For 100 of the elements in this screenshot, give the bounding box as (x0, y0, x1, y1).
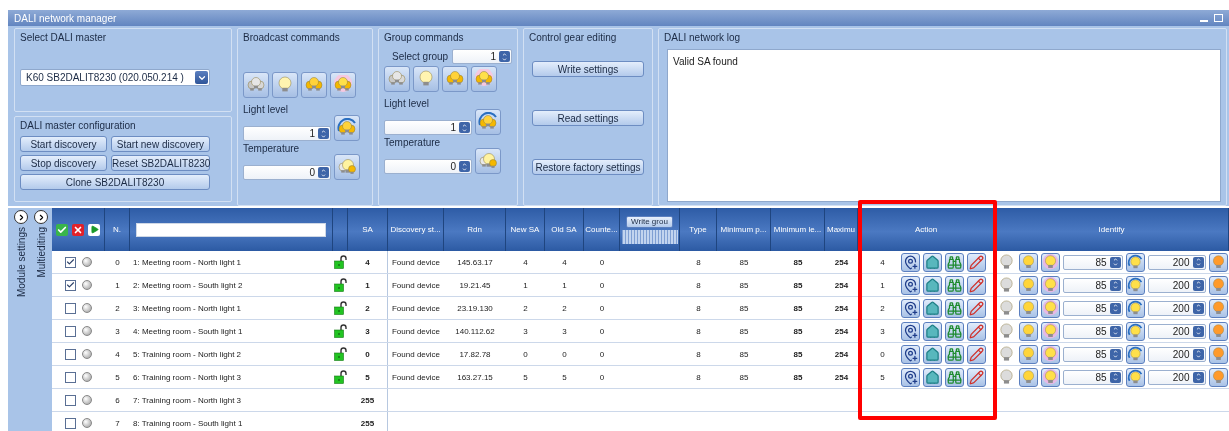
bulb-button[interactable] (1018, 252, 1038, 272)
table-row[interactable]: 2 3: Meeting room - North light 1 2 Found device 23.19.130 2 2 0 8 85 85 254 2 85 200 (52, 297, 1229, 320)
config-button[interactable]: Start new discovery (111, 136, 210, 152)
bulb-button[interactable] (1040, 367, 1060, 387)
table-row[interactable]: 6 7: Training room - North light 3 255 (52, 389, 1229, 412)
group-field[interactable]: 1 (452, 49, 512, 64)
bulb-button[interactable] (1208, 321, 1228, 341)
bulb-button[interactable] (1018, 367, 1038, 387)
number-field[interactable]: 85 (1062, 300, 1123, 316)
table-row[interactable]: 4 5: Training room - North light 2 0 Found device 17.82.78 0 0 0 8 85 85 254 0 85 200 (52, 343, 1229, 366)
set-level-button[interactable] (475, 109, 501, 135)
home-button[interactable] (922, 367, 942, 387)
table-row[interactable]: 3 4: Meeting room - South light 1 3 Found device 140.112.62 3 3 0 8 85 85 254 3 85 200 (52, 320, 1229, 343)
bulb-button[interactable] (1040, 344, 1060, 364)
number-field[interactable]: 85 (1062, 254, 1123, 270)
config-button[interactable]: Clone SB2DALIT8230 (20, 174, 210, 190)
command-button[interactable] (330, 72, 356, 98)
play-icon[interactable] (88, 223, 100, 236)
number-field[interactable]: 200 (1147, 323, 1206, 339)
row-checkbox[interactable] (65, 279, 76, 291)
set-level-button[interactable] (334, 115, 360, 141)
edit-button[interactable] (966, 252, 986, 272)
bulb-button[interactable] (1018, 275, 1038, 295)
command-button[interactable] (301, 72, 327, 98)
filter-field[interactable] (136, 222, 326, 237)
locate-button[interactable] (900, 367, 920, 387)
row-checkbox[interactable] (65, 417, 76, 429)
command-button[interactable] (243, 72, 269, 98)
bulb-button[interactable] (1208, 298, 1228, 318)
number-field[interactable]: 200 (1147, 346, 1206, 362)
row-checkbox[interactable] (65, 256, 76, 268)
set-temperature-button[interactable] (334, 154, 360, 180)
home-button[interactable] (922, 321, 942, 341)
temperature-field[interactable]: 0 (384, 159, 472, 174)
bulb-button[interactable] (1125, 298, 1145, 318)
side-tab[interactable]: Multiediting (35, 227, 47, 278)
bulb-button[interactable] (1125, 344, 1145, 364)
number-field[interactable]: 85 (1062, 369, 1123, 385)
number-field[interactable]: 200 (1147, 277, 1206, 293)
set-temperature-button[interactable] (475, 148, 501, 174)
bulb-button[interactable] (1125, 252, 1145, 272)
locate-button[interactable] (900, 298, 920, 318)
gear-button[interactable]: Read settings (532, 110, 644, 126)
home-button[interactable] (922, 252, 942, 272)
bulb-button[interactable] (1125, 275, 1145, 295)
light-level-field[interactable]: 1 (384, 120, 472, 135)
row-checkbox[interactable] (65, 371, 76, 383)
row-checkbox[interactable] (65, 348, 76, 360)
view-button[interactable] (944, 252, 964, 272)
bulb-button[interactable] (1125, 367, 1145, 387)
bulb-button[interactable] (1208, 252, 1228, 272)
restore-icon[interactable] (1214, 14, 1223, 22)
temperature-field[interactable]: 0 (243, 165, 331, 180)
edit-button[interactable] (966, 344, 986, 364)
side-tab[interactable]: Module settings (15, 227, 27, 298)
config-button[interactable]: Start discovery (20, 136, 107, 152)
table-row[interactable]: 0 1: Meeting room - North light 1 4 Found device 145.63.17 4 4 0 8 85 85 254 4 85 200 (52, 251, 1229, 274)
locate-button[interactable] (900, 344, 920, 364)
table-row[interactable]: 5 6: Training room - North light 3 5 Found device 163.27.15 5 5 0 8 85 85 254 5 85 200 (52, 366, 1229, 389)
locate-button[interactable] (900, 321, 920, 341)
home-button[interactable] (922, 275, 942, 295)
number-field[interactable]: 85 (1062, 323, 1123, 339)
row-checkbox[interactable] (65, 394, 76, 406)
expand-button[interactable] (34, 210, 48, 224)
bulb-button[interactable] (1040, 298, 1060, 318)
master-dropdown[interactable]: K60 SB2DALIT8230 (020.050.214 ) (20, 69, 210, 86)
write-group-button[interactable]: Write grou (626, 215, 673, 228)
command-button[interactable] (442, 66, 468, 92)
number-field[interactable]: 200 (1147, 300, 1206, 316)
edit-button[interactable] (966, 298, 986, 318)
locate-button[interactable] (900, 275, 920, 295)
command-button[interactable] (384, 66, 410, 92)
edit-button[interactable] (966, 321, 986, 341)
config-button[interactable]: Reset SB2DALIT8230 (111, 155, 210, 171)
view-button[interactable] (944, 321, 964, 341)
row-checkbox[interactable] (65, 325, 76, 337)
bulb-button[interactable] (1040, 321, 1060, 341)
bulb-button[interactable] (1208, 344, 1228, 364)
check-all-icon[interactable] (56, 223, 68, 236)
bulb-button[interactable] (1018, 298, 1038, 318)
locate-button[interactable] (900, 252, 920, 272)
command-button[interactable] (471, 66, 497, 92)
view-button[interactable] (944, 275, 964, 295)
close-icon[interactable] (72, 223, 84, 236)
bulb-button[interactable] (1208, 275, 1228, 295)
row-checkbox[interactable] (65, 302, 76, 314)
number-field[interactable]: 200 (1147, 369, 1206, 385)
bulb-button[interactable] (1018, 344, 1038, 364)
view-button[interactable] (944, 367, 964, 387)
number-field[interactable]: 200 (1147, 254, 1206, 270)
view-button[interactable] (944, 298, 964, 318)
bulb-button[interactable] (1018, 321, 1038, 341)
gear-button[interactable]: Restore factory settings (532, 159, 644, 175)
edit-button[interactable] (966, 275, 986, 295)
light-level-field[interactable]: 1 (243, 126, 331, 141)
gear-button[interactable]: Write settings (532, 61, 644, 77)
home-button[interactable] (922, 298, 942, 318)
command-button[interactable] (413, 66, 439, 92)
table-row[interactable]: 1 2: Meeting room - South light 2 1 Found device 19.21.45 1 1 0 8 85 85 254 1 85 200 (52, 274, 1229, 297)
bulb-button[interactable] (1125, 321, 1145, 341)
